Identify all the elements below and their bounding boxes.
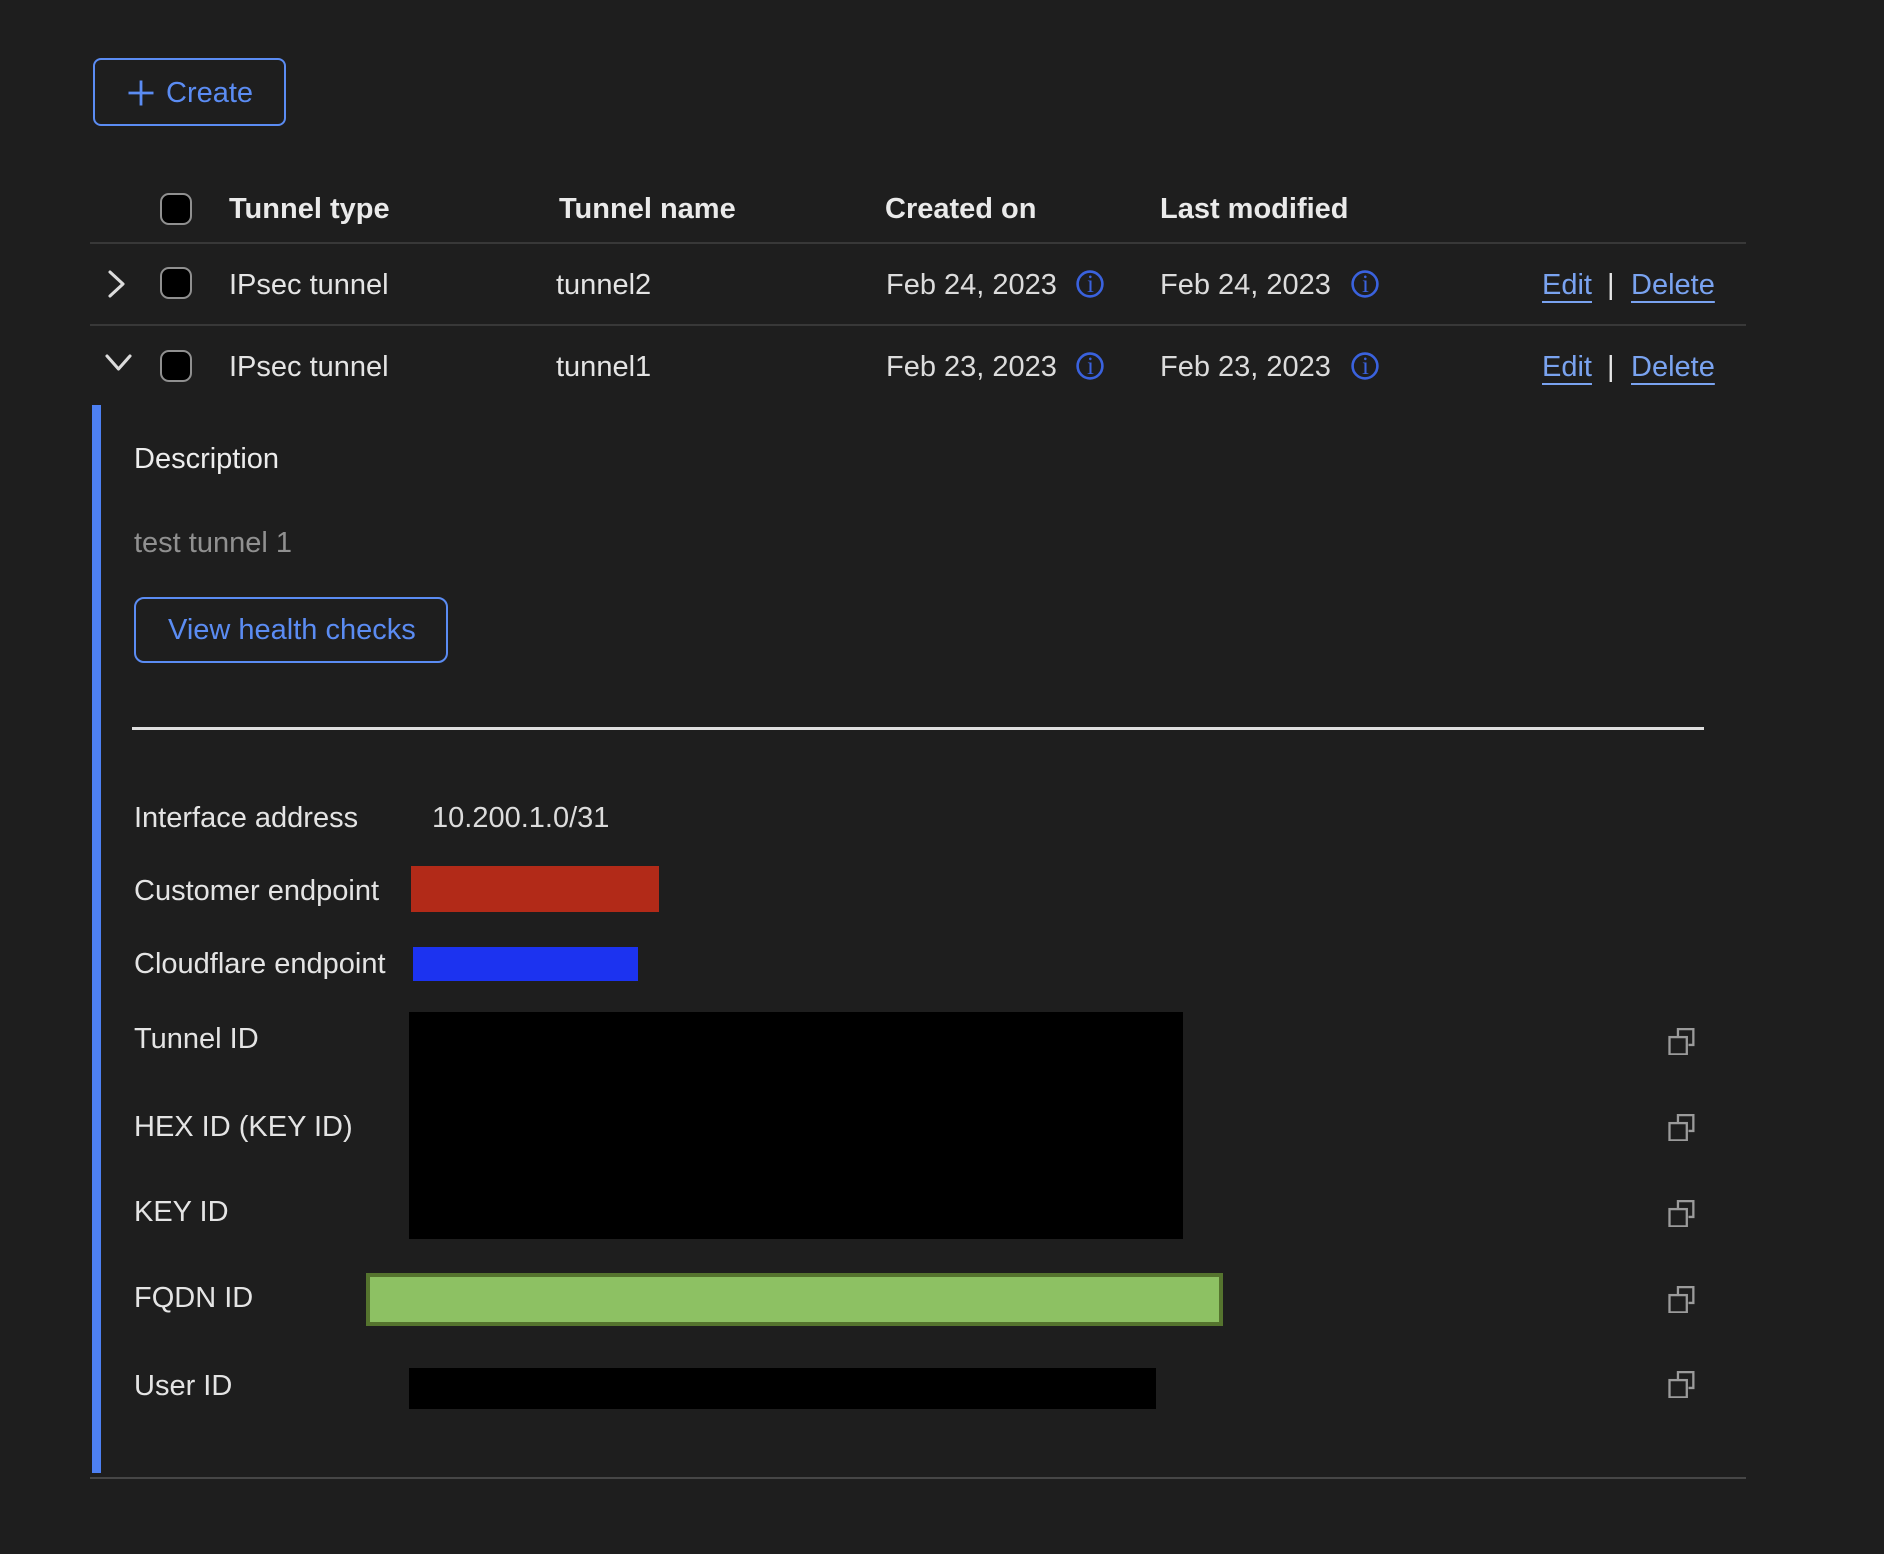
svg-text:i: i [1362, 353, 1369, 380]
svg-text:i: i [1087, 271, 1094, 298]
svg-text:i: i [1362, 271, 1369, 298]
svg-text:i: i [1087, 353, 1094, 380]
